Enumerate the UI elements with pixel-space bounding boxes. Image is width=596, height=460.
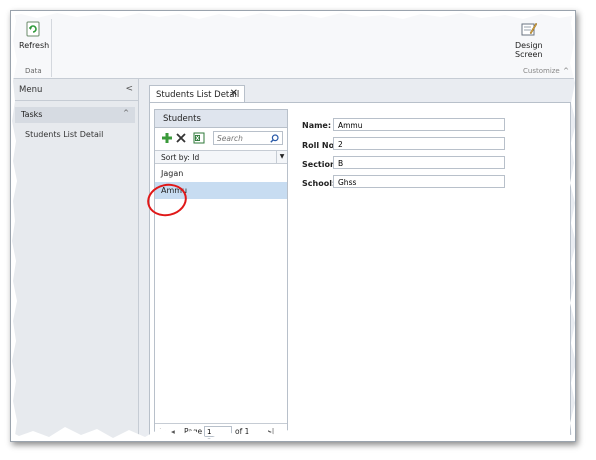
school-field[interactable] (333, 175, 505, 188)
name-field[interactable] (333, 118, 505, 131)
page-count-label: of 1 (235, 427, 250, 436)
menu-header: Menu < (11, 79, 139, 101)
add-icon[interactable] (161, 132, 173, 144)
chevron-up-icon[interactable]: ^ (563, 67, 569, 75)
tasks-group-header[interactable]: Tasks ^ (15, 107, 135, 123)
students-list-title: Students (155, 110, 287, 128)
students-list-panel: Students Search Sort by: Id ▼ Jagan Ammu… (154, 109, 288, 439)
customize-group-label: Customize (523, 67, 560, 75)
design-screen-button[interactable]: Design Screen (515, 21, 551, 59)
screen-content: Students Search Sort by: Id ▼ Jagan Ammu… (149, 102, 571, 441)
first-page-icon[interactable]: |◂ (159, 427, 165, 436)
tab-students-list-detail[interactable]: Students List Detail ✕ (149, 85, 245, 103)
section-field[interactable] (333, 156, 505, 169)
nav-item-students-list-detail[interactable]: Students List Detail (25, 130, 103, 139)
chevron-down-icon[interactable]: ▼ (276, 151, 287, 163)
previous-page-icon[interactable]: ◂ (171, 427, 175, 436)
export-to-excel-icon[interactable] (193, 132, 205, 144)
last-page-icon[interactable]: ▸| (268, 427, 274, 436)
search-icon[interactable] (270, 134, 279, 143)
school-label: School: (302, 179, 336, 188)
navigation-menu: Menu < Tasks ^ Students List Detail (11, 79, 139, 441)
chevron-up-icon: ^ (123, 109, 129, 117)
tasks-label: Tasks (21, 110, 43, 119)
list-item[interactable]: Jagan (155, 165, 287, 182)
sort-label: Sort by: Id (161, 153, 200, 162)
next-page-icon[interactable]: ▸ (257, 427, 261, 436)
menu-title: Menu (19, 85, 43, 95)
close-icon[interactable]: ✕ (230, 88, 238, 99)
customize-group: Design Screen Customize ^ (11, 11, 575, 79)
ribbon: Refresh Data Design Screen Customize ^ (11, 11, 575, 79)
page-number-input[interactable] (204, 426, 232, 437)
design-screen-label-1: Design (515, 41, 543, 50)
design-screen-label-2: Screen (515, 50, 543, 59)
name-label: Name: (302, 121, 332, 130)
list-toolbar (155, 128, 287, 150)
app-window: Refresh Data Design Screen Customize ^ M… (10, 10, 576, 442)
page-label: Page (184, 427, 203, 436)
collapse-menu-icon[interactable]: < (125, 84, 133, 94)
search-box[interactable] (213, 131, 283, 145)
roll-no-field[interactable] (333, 137, 505, 150)
delete-icon[interactable] (175, 132, 187, 144)
design-screen-icon (521, 22, 538, 36)
search-input[interactable] (217, 133, 269, 144)
pager: |◂ ◂ Page of 1 ▸ ▸| (155, 423, 287, 439)
tab-label: Students List Detail (156, 90, 240, 100)
sort-selector[interactable]: Sort by: Id ▼ (155, 150, 287, 164)
